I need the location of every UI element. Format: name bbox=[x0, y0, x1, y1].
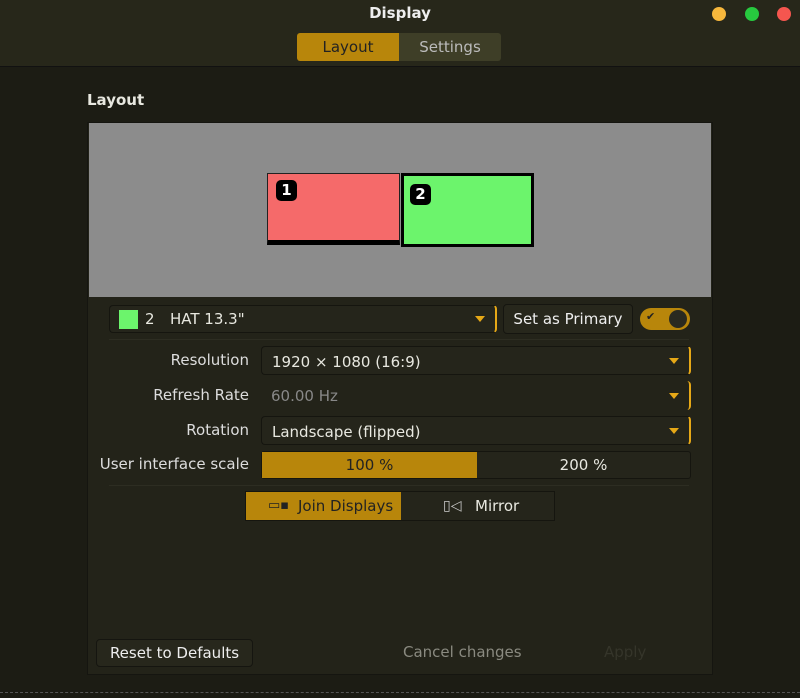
display-select[interactable]: 2 HAT 13.3" bbox=[109, 305, 497, 333]
set-primary-button[interactable]: Set as Primary bbox=[503, 304, 633, 334]
mirror-label: Mirror bbox=[475, 497, 520, 515]
display-number: 2 bbox=[145, 310, 155, 328]
monitor-arrangement bbox=[89, 123, 711, 297]
monitor-number: 2 bbox=[410, 184, 431, 205]
join-displays-icon: ▭▪ bbox=[268, 498, 290, 513]
scale-option-200[interactable]: 200 % bbox=[477, 452, 690, 478]
apply-button[interactable]: Apply bbox=[604, 643, 646, 661]
reset-defaults-button[interactable]: Reset to Defaults bbox=[96, 639, 253, 667]
window-title: Display bbox=[369, 4, 431, 22]
resolution-label: Resolution bbox=[170, 351, 249, 369]
join-displays-label: Join Displays bbox=[298, 497, 394, 515]
section-title: Layout bbox=[87, 91, 145, 109]
rotation-label: Rotation bbox=[186, 421, 249, 439]
chevron-down-icon bbox=[669, 427, 679, 434]
rotation-value: Landscape (flipped) bbox=[272, 423, 421, 441]
divider bbox=[109, 339, 689, 340]
tab-layout[interactable]: Layout bbox=[297, 33, 399, 61]
monitor-1[interactable]: 1 bbox=[267, 173, 400, 245]
resolution-select[interactable]: 1920 × 1080 (16:9) bbox=[261, 346, 691, 375]
monitor-2[interactable]: 2 bbox=[401, 173, 534, 247]
chevron-down-icon bbox=[475, 316, 485, 322]
display-name: HAT 13.3" bbox=[170, 310, 245, 328]
chevron-down-icon bbox=[669, 357, 679, 364]
maximize-button[interactable] bbox=[745, 7, 759, 21]
cancel-changes-button[interactable]: Cancel changes bbox=[403, 643, 522, 661]
rotation-select[interactable]: Landscape (flipped) bbox=[261, 416, 691, 445]
divider bbox=[109, 485, 689, 486]
chevron-down-icon bbox=[669, 392, 679, 399]
scale-label: User interface scale bbox=[99, 455, 249, 473]
tab-settings[interactable]: Settings bbox=[399, 33, 501, 61]
minimize-button[interactable] bbox=[712, 7, 726, 21]
close-button[interactable] bbox=[777, 7, 791, 21]
scale-selector: 100 % 200 % bbox=[261, 451, 691, 479]
primary-toggle[interactable]: ✔ bbox=[640, 308, 690, 330]
bottom-edge bbox=[0, 692, 800, 693]
resolution-value: 1920 × 1080 (16:9) bbox=[272, 353, 421, 371]
join-displays-button[interactable]: ▭▪ Join Displays bbox=[246, 492, 401, 520]
monitor-number: 1 bbox=[276, 180, 297, 201]
toggle-knob bbox=[669, 310, 687, 328]
scale-option-100[interactable]: 100 % bbox=[262, 452, 477, 478]
mirror-button[interactable]: ▯◁ Mirror bbox=[401, 492, 554, 520]
check-icon: ✔ bbox=[646, 310, 656, 323]
refresh-rate-label: Refresh Rate bbox=[153, 386, 249, 404]
refresh-rate-value: 60.00 Hz bbox=[271, 387, 338, 405]
mirror-icon: ▯◁ bbox=[443, 498, 462, 514]
display-color-swatch bbox=[119, 310, 138, 329]
display-mode-selector: ▭▪ Join Displays ▯◁ Mirror bbox=[245, 491, 555, 521]
refresh-rate-select[interactable]: 60.00 Hz bbox=[261, 381, 691, 410]
